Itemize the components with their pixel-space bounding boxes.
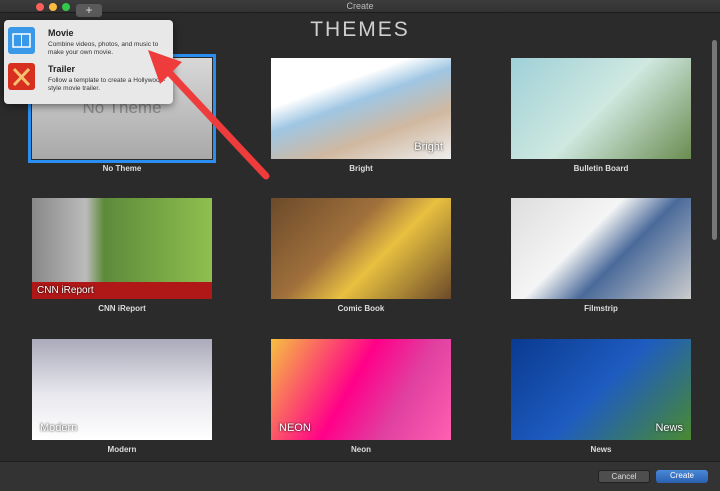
annotation-arrow [148, 50, 270, 180]
